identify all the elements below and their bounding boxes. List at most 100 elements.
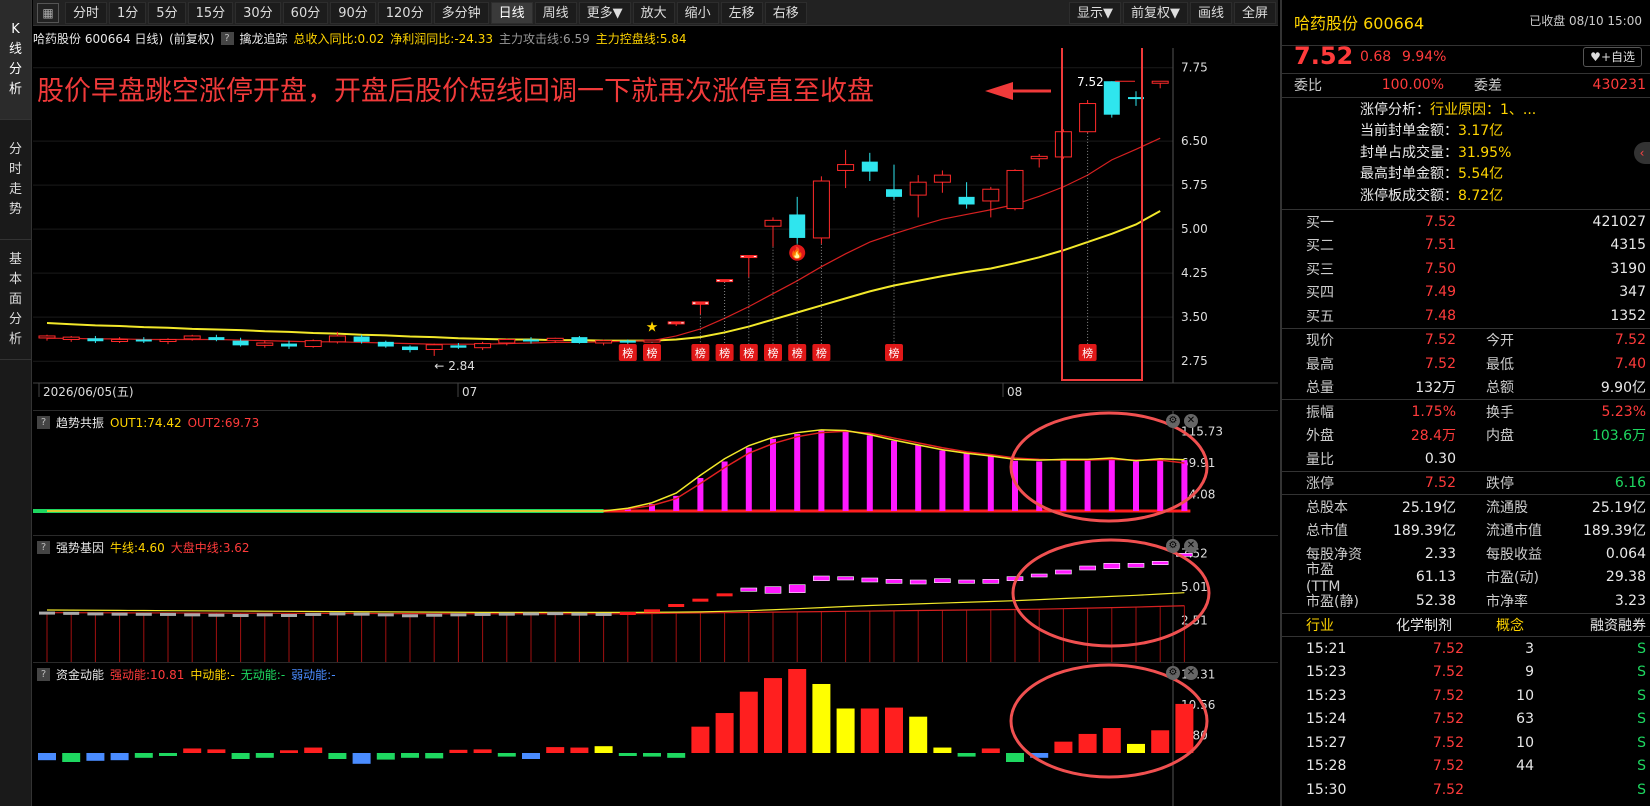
momentum-bar [812,683,831,753]
period-button[interactable]: 90分 [330,1,376,24]
tab-margin[interactable]: 融资融券 [1566,615,1646,635]
tick-trades: 15:21 7.52 3 S 15:23 7.52 9 S 15:23 7.52 10 S 15:24 7… [1282,637,1650,802]
resonance-bar [987,455,994,511]
momentum-bar [570,747,589,753]
limit-analysis-row: 当前封单金额：3.17亿 [1360,123,1504,139]
momentum-bar [352,753,371,764]
order-book: 买一 7.52 421027 买二 7.51 4315 买三 7.50 3190 买四 7.49 34… [1282,210,1650,329]
add-watchlist-button[interactable]: ♥+自选 [1583,47,1642,67]
trade-row: 15:23 7.52 9 S [1306,664,1646,681]
grid-icon[interactable]: ▦ [37,2,59,23]
trade-row: 15:28 7.52 44 S [1306,758,1646,775]
resonance-bar [939,450,946,511]
period-button[interactable]: 15分 [187,1,234,24]
resonance-bar [1108,458,1115,511]
period-button-daily[interactable]: 日线 [490,1,533,24]
help-icon[interactable]: ? [37,416,50,429]
help-icon[interactable]: ? [37,541,50,554]
kline-chart[interactable]: 7.75 6.50 5.75 5.00 4.25 3.50 2.75 2026/06/05(五… [33,45,1278,408]
weibi-value: 100.00% [1381,77,1444,94]
bid-row[interactable]: 买三 7.50 3190 [1282,257,1650,281]
zoom-out-button[interactable]: 缩小 [676,1,719,24]
gene-box-grey [39,611,55,615]
momentum-bar [1078,733,1097,753]
bid-row[interactable]: 买二 7.51 4315 [1282,234,1650,258]
adjust-button[interactable]: 前复权▼ [1122,1,1188,24]
candle-up [933,174,951,183]
momentum-bar [1175,703,1194,753]
momentum-bar [134,753,153,758]
help-icon[interactable]: ? [220,31,234,45]
collapse-icon[interactable]: ‹ [1634,142,1650,164]
tab-industry-name[interactable]: 化学制剂 [1396,615,1496,635]
tab-intraday[interactable]: 分时走势 [0,120,31,240]
fund-momentum-panel: 17.31 10.56 3.80 ? 资金动能 强动能:10.81 中动能:- 无动… [33,662,1278,806]
candle-down [135,339,152,342]
tab-industry[interactable]: 行业 [1306,615,1396,635]
gear-icon[interactable]: ⚙ [1166,414,1180,428]
resonance-bar [1133,461,1139,511]
period-button[interactable]: 1分 [109,1,147,24]
low-price-arrow: ← [434,359,444,373]
badge-label: 榜 [889,346,900,360]
period-button[interactable]: 周线 [534,1,577,24]
draw-button[interactable]: 画线 [1189,1,1232,24]
trade-row: 15:30 7.52 S [1306,781,1646,798]
candle-down [353,336,370,342]
gear-icon[interactable]: ⚙ [1166,539,1180,553]
resonance-bar [842,431,849,511]
badge-label: 榜 [816,346,827,360]
period-button[interactable]: 多分钟 [433,1,489,24]
trade-row: 15:23 7.52 10 S [1306,687,1646,704]
quote-panel: 哈药股份 600664 已收盘 08/10 15:00 7.52 0.68 9.… [1280,0,1650,806]
price-tick-label: 4.25 [1181,266,1208,280]
candle-down [619,340,636,343]
gene-box [813,575,830,581]
candle-up [909,181,927,196]
legend-out2: OUT2:69.73 [187,415,260,430]
price-tick-label: 2.75 [1181,354,1208,368]
control-line: 主力控盘线:5.84 [595,31,687,46]
tab-kline-analysis[interactable]: K线分析 [0,0,31,120]
tab-concept[interactable]: 概念 [1496,615,1566,635]
fire-icon-glyph: 🔥 [790,247,804,260]
move-left-button[interactable]: 左移 [720,1,763,24]
period-button[interactable]: 60分 [282,1,329,24]
period-button[interactable]: 5分 [148,1,186,24]
gene-box [619,612,636,615]
chart-toolbar: ▦ 分时 1分 5分 15分 30分 60分 90分 120分 多分钟 日线 周… [33,0,1278,26]
gear-icon[interactable]: ⚙ [1166,666,1180,680]
close-icon[interactable]: ✕ [1184,666,1198,680]
period-button[interactable]: 30分 [235,1,281,24]
momentum-bar [473,749,492,753]
stock-label: 哈药股份 600664 日线) [33,31,164,46]
period-button[interactable]: 120分 [377,1,432,24]
indicator-name[interactable]: 擒龙追踪 [240,30,288,47]
bid-row[interactable]: 买五 7.48 1352 [1282,304,1650,328]
more-button[interactable]: 更多▼ [578,1,631,24]
bid-row[interactable]: 买一 7.52 421027 [1282,210,1650,234]
limit-prices: 涨停 7.52 跌停 6.16 [1282,472,1650,495]
candle-down [377,341,394,347]
candle-up [38,335,56,339]
momentum-bar [497,753,516,757]
tab-fundamentals[interactable]: 基本面分析 [0,240,31,360]
candle-up [1079,103,1097,133]
display-button[interactable]: 显示▼ [1068,1,1121,24]
candle-down [87,338,104,342]
candle-limit-up-fill [743,255,754,258]
momentum-bar [255,753,274,758]
period-button[interactable]: 分时 [65,1,108,24]
move-right-button[interactable]: 右移 [764,1,807,24]
candle-up [546,337,564,342]
badge-label: 榜 [647,346,658,360]
fullscreen-button[interactable]: 全屏 [1233,1,1276,24]
help-icon[interactable]: ? [37,668,50,681]
zoom-in-button[interactable]: 放大 [632,1,675,24]
fund-momentum-chart[interactable]: 17.3110.563.80 [33,663,1278,806]
momentum-bar [739,691,758,753]
close-icon[interactable]: ✕ [1184,414,1198,428]
bid-row[interactable]: 买四 7.49 347 [1282,281,1650,305]
close-icon[interactable]: ✕ [1184,539,1198,553]
low-price-label: 2.84 [448,359,475,373]
